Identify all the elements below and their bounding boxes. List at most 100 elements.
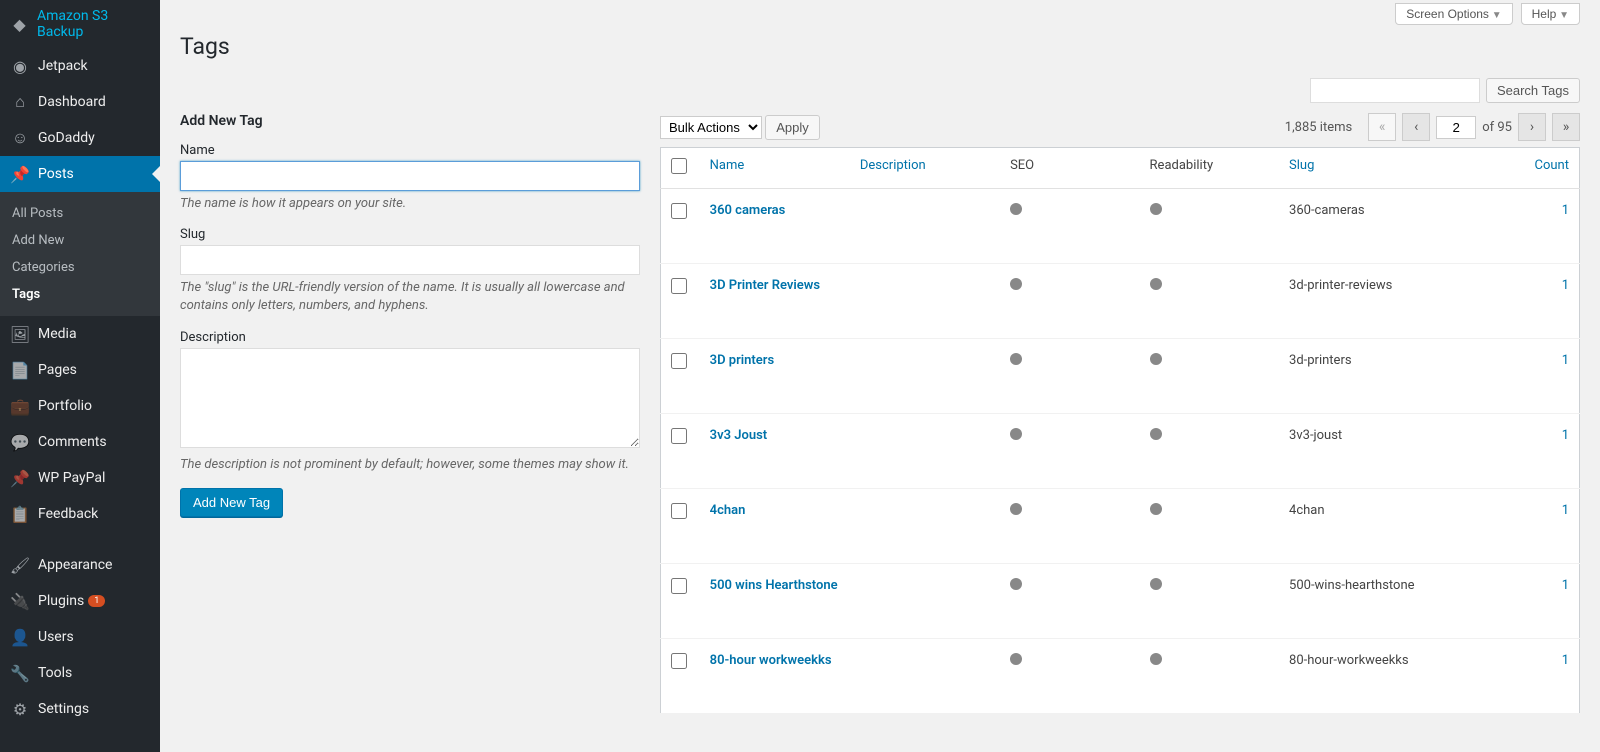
screen-options-button[interactable]: Screen Options (1395, 3, 1512, 25)
next-page-button[interactable]: › (1518, 113, 1546, 141)
readability-indicator-icon (1150, 353, 1162, 365)
sidebar-item-posts[interactable]: 📌 Posts (0, 156, 160, 192)
tag-name-link[interactable]: 500 wins Hearthstone (710, 578, 838, 593)
tag-description-cell (850, 414, 1000, 489)
name-description: The name is how it appears on your site. (180, 195, 640, 213)
search-input[interactable] (1310, 78, 1480, 103)
sidebar-item-jetpack[interactable]: ◉Jetpack (0, 48, 160, 84)
row-checkbox[interactable] (671, 653, 687, 669)
seo-indicator-icon (1010, 278, 1022, 290)
tag-slug-cell: 3v3-joust (1279, 414, 1515, 489)
sidebar-item-tools[interactable]: 🔧Tools (0, 655, 160, 691)
sidebar-item-label: Settings (38, 701, 89, 717)
tag-count-link[interactable]: 1 (1562, 278, 1569, 293)
tag-slug-cell: 4chan (1279, 489, 1515, 564)
row-checkbox[interactable] (671, 428, 687, 444)
sidebar-item-label: WP PayPal (38, 470, 105, 486)
users-icon: 👤 (10, 627, 30, 647)
sidebar-item-label: Amazon S3 Backup (37, 8, 152, 40)
tag-count-link[interactable]: 1 (1562, 203, 1569, 218)
table-row: 4chan 4chan 1 (661, 489, 1580, 564)
sidebar-item-comments[interactable]: 💬Comments (0, 424, 160, 460)
sidebar-item-godaddy[interactable]: ☺GoDaddy (0, 120, 160, 156)
table-row: 3D Printer Reviews 3d-printer-reviews 1 (661, 264, 1580, 339)
bulk-actions-select[interactable]: Bulk Actions (660, 116, 762, 139)
appearance-icon: 🖌 (10, 555, 30, 575)
sidebar-item-pages[interactable]: 📄Pages (0, 352, 160, 388)
tag-count-link[interactable]: 1 (1562, 353, 1569, 368)
form-heading: Add New Tag (180, 113, 640, 129)
tag-description-input[interactable] (180, 348, 640, 448)
sidebar-item-plugins[interactable]: 🔌Plugins1 (0, 583, 160, 619)
tag-slug-cell: 360-cameras (1279, 189, 1515, 264)
portfolio-icon: 💼 (10, 396, 30, 416)
select-all-checkbox[interactable] (671, 158, 687, 174)
row-checkbox[interactable] (671, 278, 687, 294)
table-row: 3v3 Joust 3v3-joust 1 (661, 414, 1580, 489)
submenu-item-add-new[interactable]: Add New (0, 227, 160, 254)
col-name[interactable]: Name (700, 148, 850, 189)
row-checkbox[interactable] (671, 203, 687, 219)
tag-slug-input[interactable] (180, 245, 640, 275)
prev-page-button[interactable]: ‹ (1402, 113, 1430, 141)
plugins-icon: 🔌 (10, 591, 30, 611)
tag-slug-cell: 3d-printers (1279, 339, 1515, 414)
tag-count-link[interactable]: 1 (1562, 428, 1569, 443)
last-page-button[interactable]: » (1552, 113, 1580, 141)
tag-count-link[interactable]: 1 (1562, 503, 1569, 518)
tag-name-link[interactable]: 80-hour workweekks (710, 653, 832, 668)
description-description: The description is not prominent by defa… (180, 456, 640, 474)
sidebar-item-label: Jetpack (38, 58, 88, 74)
seo-indicator-icon (1010, 428, 1022, 440)
row-checkbox[interactable] (671, 503, 687, 519)
submenu-item-tags[interactable]: Tags (0, 281, 160, 308)
comments-icon: 💬 (10, 432, 30, 452)
sidebar-item-label: Posts (38, 166, 74, 182)
readability-indicator-icon (1150, 653, 1162, 665)
slug-label: Slug (180, 227, 640, 242)
sidebar-item-label: Appearance (38, 557, 112, 573)
tag-name-link[interactable]: 4chan (710, 503, 746, 518)
tag-name-link[interactable]: 360 cameras (710, 203, 786, 218)
seo-indicator-icon (1010, 653, 1022, 665)
col-slug[interactable]: Slug (1279, 148, 1515, 189)
sidebar-item-portfolio[interactable]: 💼 Portfolio (0, 388, 160, 424)
submenu-item-all-posts[interactable]: All Posts (0, 200, 160, 227)
page-title: Tags (180, 33, 1580, 60)
first-page-button[interactable]: « (1368, 113, 1396, 141)
sidebar-item-amazon-s3-backup[interactable]: ◆Amazon S3 Backup (0, 0, 160, 48)
tag-name-input[interactable] (180, 161, 640, 191)
help-button[interactable]: Help (1521, 3, 1580, 25)
sidebar-item-label: Portfolio (38, 398, 92, 414)
table-row: 500 wins Hearthstone 500-wins-hearthston… (661, 564, 1580, 639)
main-content: Screen Options Help Tags Search Tags Add… (160, 0, 1600, 752)
sidebar-item-users[interactable]: 👤Users (0, 619, 160, 655)
posts-submenu: All PostsAdd NewCategoriesTags (0, 192, 160, 316)
submenu-item-categories[interactable]: Categories (0, 254, 160, 281)
add-new-tag-button[interactable]: Add New Tag (180, 488, 283, 517)
tag-name-link[interactable]: 3v3 Joust (710, 428, 768, 443)
row-checkbox[interactable] (671, 578, 687, 594)
tag-count-link[interactable]: 1 (1562, 578, 1569, 593)
sidebar-item-label: Media (38, 326, 77, 342)
seo-indicator-icon (1010, 503, 1022, 515)
tag-description-cell (850, 489, 1000, 564)
col-count[interactable]: Count (1515, 148, 1579, 189)
tag-name-link[interactable]: 3D printers (710, 353, 774, 368)
sidebar-item-media[interactable]: 🖼Media (0, 316, 160, 352)
sidebar-item-settings[interactable]: ⚙Settings (0, 691, 160, 727)
search-tags-button[interactable]: Search Tags (1486, 78, 1580, 103)
sidebar-item-dashboard[interactable]: ⌂Dashboard (0, 84, 160, 120)
sidebar-item-appearance[interactable]: 🖌 Appearance (0, 547, 160, 583)
apply-button[interactable]: Apply (765, 115, 820, 140)
tag-name-link[interactable]: 3D Printer Reviews (710, 278, 820, 293)
current-page-input[interactable] (1436, 116, 1476, 139)
tag-description-cell (850, 264, 1000, 339)
sidebar-item-feedback[interactable]: 📋Feedback (0, 496, 160, 532)
col-description[interactable]: Description (850, 148, 1000, 189)
tag-count-link[interactable]: 1 (1562, 653, 1569, 668)
row-checkbox[interactable] (671, 353, 687, 369)
sidebar-item-wp-paypal[interactable]: 📌WP PayPal (0, 460, 160, 496)
tag-description-cell (850, 639, 1000, 714)
posts-icon: 📌 (10, 164, 30, 184)
